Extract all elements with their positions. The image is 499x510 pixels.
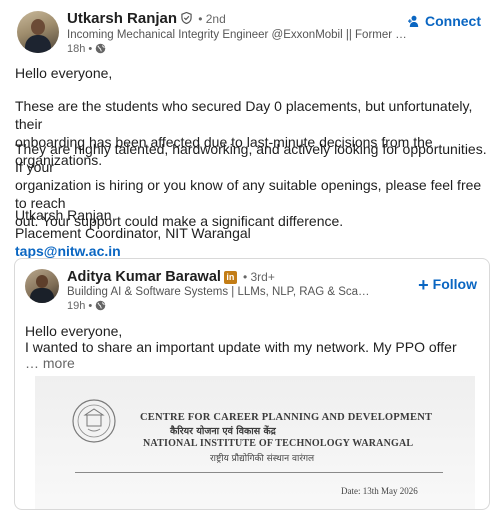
post-greeting: Hello everyone, <box>15 65 113 81</box>
document-date: Date: 13th May 2026 <box>341 486 418 496</box>
shared-line: I wanted to share an important update wi… <box>25 339 457 355</box>
shared-post-time: 19h • <box>67 300 93 312</box>
author-headline: Incoming Mechanical Integrity Engineer @… <box>67 29 407 41</box>
connect-button[interactable]: Connect <box>408 13 481 29</box>
globe-icon <box>96 300 106 311</box>
verified-badge-icon <box>181 12 192 24</box>
shared-post-timestamp: 19h • <box>67 300 106 312</box>
document-centre-title-hindi: कैरियर योजना एवं विकास केंद्र <box>170 426 276 437</box>
plus-icon: + <box>418 275 429 295</box>
follow-label[interactable]: Follow <box>433 276 477 292</box>
post-header: Utkarsh Ranjan • 2nd Incoming Mechanical… <box>15 8 489 55</box>
email-link[interactable]: taps@nitw.ac.in <box>15 243 121 259</box>
shared-author-name-row[interactable]: Aditya Kumar Barawal in • 3rd+ <box>67 269 275 285</box>
signature-title: Placement Coordinator, NIT Warangal <box>15 225 251 241</box>
shared-post-text: Hello everyone, I wanted to share an imp… <box>25 323 480 371</box>
shared-post[interactable]: Aditya Kumar Barawal in • 3rd+ Building A… <box>14 258 490 510</box>
signature-name: Utkarsh Ranjan <box>15 207 112 223</box>
see-more-link[interactable]: … more <box>25 355 480 371</box>
author-name[interactable]: Utkarsh Ranjan <box>67 10 177 27</box>
post-line: They are highly talented, hardworking, a… <box>15 141 487 175</box>
feed-post-card: Utkarsh Ranjan • 2nd Incoming Mechanical… <box>0 0 499 510</box>
post-line: These are the students who secured Day 0… <box>15 98 473 132</box>
author-name-row[interactable]: Utkarsh Ranjan • 2nd <box>67 10 226 27</box>
globe-icon <box>96 43 106 54</box>
shared-author-avatar[interactable] <box>25 269 59 303</box>
document-divider <box>75 472 443 473</box>
shared-connection-degree: • 3rd+ <box>242 270 275 284</box>
follow-button[interactable]: + Follow <box>418 275 477 296</box>
post-signature: Utkarsh Ranjan Placement Coordinator, NI… <box>15 206 487 260</box>
author-avatar[interactable] <box>17 11 59 53</box>
document-institute-name: NATIONAL INSTITUTE OF TECHNOLOGY WARANGA… <box>143 438 414 449</box>
document-institute-name-hindi: राष्ट्रीय प्रौद्योगिकी संस्थान वारंगल <box>210 454 315 464</box>
shared-document-image[interactable]: CENTRE FOR CAREER PLANNING AND DEVELOPME… <box>35 376 475 509</box>
post-time: 18h • <box>67 43 93 55</box>
document-centre-title: CENTRE FOR CAREER PLANNING AND DEVELOPME… <box>140 412 433 423</box>
connect-label[interactable]: Connect <box>425 13 481 29</box>
add-person-icon <box>408 15 419 27</box>
connection-degree: • 2nd <box>198 12 226 26</box>
institute-seal-icon <box>72 399 116 443</box>
shared-author-headline: Building AI & Software Systems | LLMs, N… <box>67 286 372 298</box>
linkedin-badge-icon: in <box>223 271 237 284</box>
shared-author-name[interactable]: Aditya Kumar Barawal <box>67 269 221 285</box>
post-timestamp: 18h • <box>67 43 106 55</box>
shared-line: Hello everyone, <box>25 323 123 339</box>
